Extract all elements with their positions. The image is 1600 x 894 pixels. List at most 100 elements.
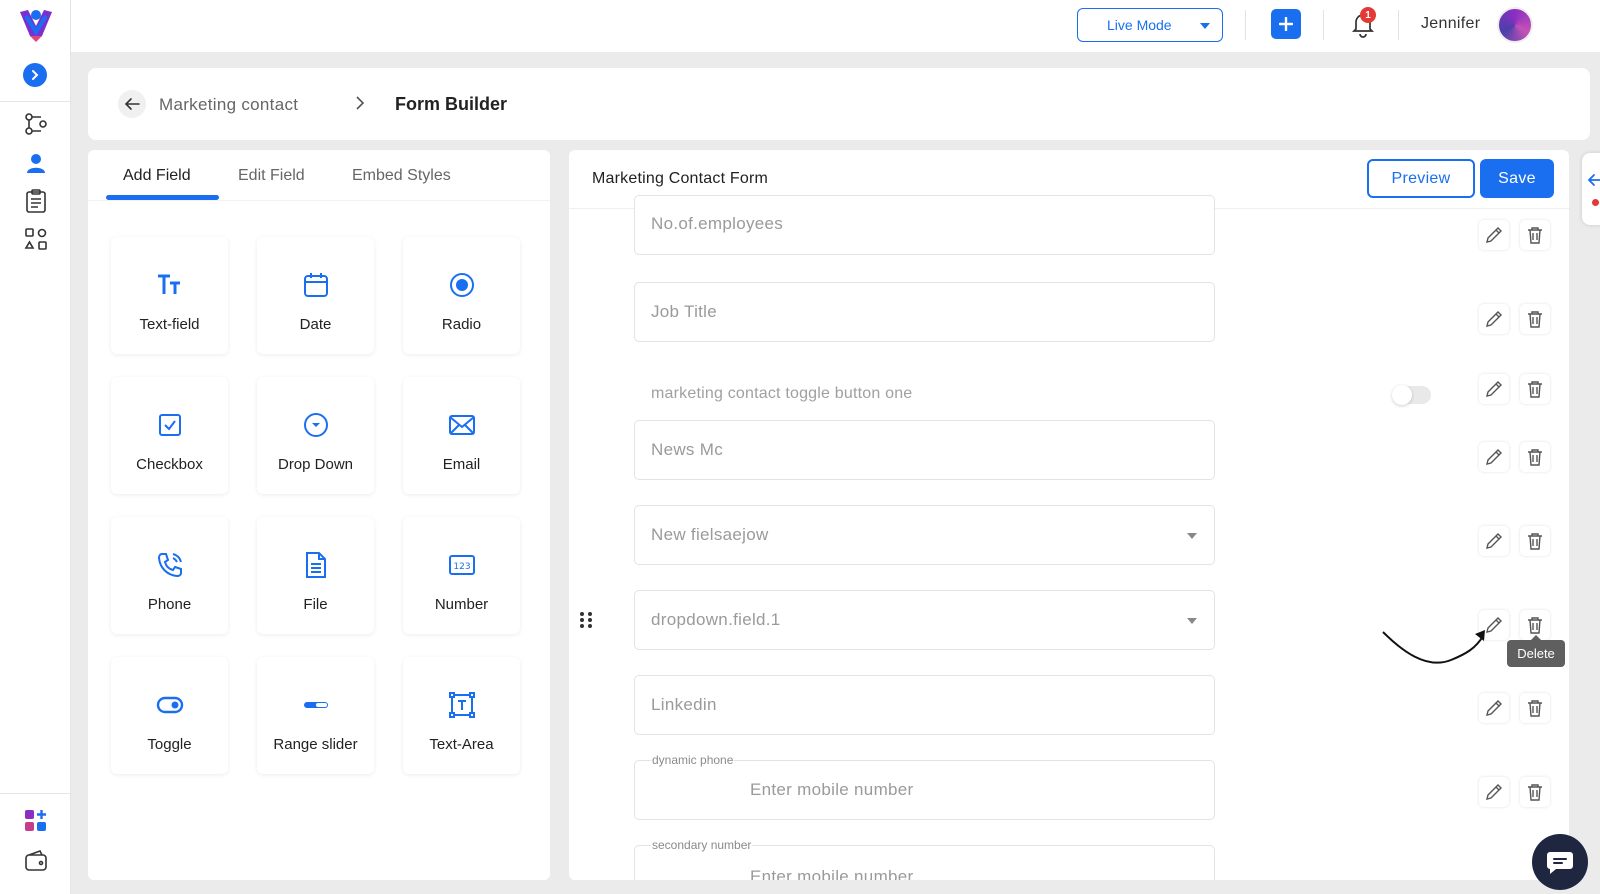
delete-icon: [1528, 700, 1542, 717]
edit-button[interactable]: [1479, 374, 1509, 404]
edit-icon: [1486, 533, 1502, 549]
field-tile-range-slider[interactable]: Range slider: [257, 657, 374, 774]
tile-label: Email: [442, 456, 481, 473]
preview-button[interactable]: Preview: [1367, 159, 1475, 198]
edit-button[interactable]: [1479, 220, 1509, 250]
tile-label: Radio: [441, 316, 482, 333]
form-title: Marketing Contact Form: [592, 170, 769, 187]
edit-icon: [1486, 227, 1502, 243]
topbar-separator: [1245, 10, 1246, 40]
field-placeholder: Enter mobile number: [750, 780, 914, 799]
tab-edit-field[interactable]: Edit Field: [221, 166, 322, 204]
field-tile-text-area[interactable]: Text-Area: [403, 657, 520, 774]
form-field-new-dropdown[interactable]: New fielsaejow: [634, 505, 1215, 565]
calendar-icon: [303, 273, 328, 297]
form-field-linkedin[interactable]: Linkedin: [634, 675, 1215, 735]
field-tile-radio[interactable]: Radio: [403, 237, 520, 354]
form-field-employees[interactable]: No.of.employees: [634, 195, 1215, 255]
sidebar: [0, 0, 71, 894]
email-icon: [448, 415, 475, 435]
wallet-icon: [25, 850, 47, 871]
edit-icon: [1486, 311, 1502, 327]
back-button[interactable]: [118, 90, 146, 118]
field-tile-email[interactable]: Email: [403, 377, 520, 494]
avatar[interactable]: [1497, 7, 1533, 43]
side-panel-toggle[interactable]: [1582, 153, 1600, 225]
field-tile-number[interactable]: 123 Number: [403, 517, 520, 634]
edit-icon: [1486, 381, 1502, 397]
tile-label: Checkbox: [136, 456, 203, 473]
sidebar-item-integrations[interactable]: [22, 225, 50, 253]
back-arrow-icon: [1587, 174, 1600, 186]
edit-icon: [1486, 449, 1502, 465]
delete-button[interactable]: [1520, 374, 1550, 404]
edit-button[interactable]: [1479, 304, 1509, 334]
edit-button[interactable]: [1479, 526, 1509, 556]
sidebar-item-apps[interactable]: [22, 806, 50, 834]
form-field-news[interactable]: News Mc: [634, 420, 1215, 480]
field-tile-toggle[interactable]: Toggle: [111, 657, 228, 774]
field-placeholder: Linkedin: [651, 695, 717, 714]
annotation-arrow: [1382, 630, 1485, 664]
delete-icon: [1528, 227, 1542, 244]
field-tile-file[interactable]: File: [257, 517, 374, 634]
expand-sidebar-button[interactable]: [23, 63, 47, 87]
logo-icon[interactable]: [16, 6, 56, 44]
sidebar-divider-bottom: [0, 793, 71, 794]
delete-button[interactable]: [1520, 442, 1550, 472]
expand-icon: [32, 70, 39, 80]
field-tile-checkbox[interactable]: Checkbox: [111, 377, 228, 494]
delete-button[interactable]: [1520, 693, 1550, 723]
phone-icon: [157, 553, 182, 578]
sidebar-item-workflow[interactable]: [22, 110, 50, 138]
field-tile-text-field[interactable]: Text-field: [111, 237, 228, 354]
field-placeholder: dropdown.field.1: [651, 610, 781, 629]
dropdown-icon: [303, 413, 328, 437]
edit-button[interactable]: [1479, 442, 1509, 472]
field-tile-phone[interactable]: Phone: [111, 517, 228, 634]
live-mode-select[interactable]: Live Mode: [1077, 8, 1223, 42]
apps-icon: [25, 810, 46, 831]
edit-button[interactable]: [1479, 777, 1509, 807]
field-placeholder: New fielsaejow: [651, 525, 769, 544]
text-area-icon: [448, 692, 475, 718]
range-slider-icon: [303, 702, 328, 708]
delete-button[interactable]: [1520, 777, 1550, 807]
form-field-job-title[interactable]: Job Title: [634, 282, 1215, 342]
delete-button[interactable]: [1520, 220, 1550, 250]
tile-label: Number: [434, 596, 489, 613]
sidebar-item-contacts[interactable]: [22, 149, 50, 177]
active-tab-indicator: [106, 195, 219, 200]
tile-label: Phone: [147, 596, 192, 613]
edit-button[interactable]: [1479, 693, 1509, 723]
tab-embed-styles[interactable]: Embed Styles: [335, 166, 468, 204]
save-button[interactable]: Save: [1480, 159, 1554, 198]
page-title: Form Builder: [395, 94, 508, 114]
breadcrumb-parent[interactable]: Marketing contact: [159, 95, 298, 115]
sidebar-item-forms[interactable]: [22, 187, 50, 215]
delete-icon: [1528, 617, 1542, 634]
chat-button[interactable]: [1532, 834, 1588, 890]
user-name[interactable]: Jennifer: [1421, 15, 1480, 33]
tile-label: Drop Down: [277, 456, 354, 473]
checkbox-icon: [158, 414, 181, 436]
sidebar-item-wallet[interactable]: [22, 847, 50, 875]
toggle-switch[interactable]: [1392, 385, 1431, 405]
delete-icon: [1528, 381, 1542, 398]
chevron-right-icon: [356, 96, 365, 110]
plus-icon: [1279, 17, 1293, 31]
add-button[interactable]: [1271, 9, 1301, 39]
field-tile-drop-down[interactable]: Drop Down: [257, 377, 374, 494]
delete-tooltip: Delete: [1507, 635, 1565, 667]
form-field-dynamic-phone[interactable]: Enter mobile number: [634, 760, 1215, 820]
field-tile-date[interactable]: Date: [257, 237, 374, 354]
tile-label: Date: [299, 316, 332, 333]
form-canvas-panel: Marketing Contact Form Preview Save No.o…: [569, 150, 1569, 880]
delete-button[interactable]: [1520, 526, 1550, 556]
drag-handle-icon[interactable]: [579, 610, 593, 630]
form-field-dropdown[interactable]: dropdown.field.1: [634, 590, 1215, 650]
tabs-divider: [88, 200, 550, 201]
number-icon: 123: [448, 555, 475, 575]
delete-button[interactable]: [1520, 304, 1550, 334]
delete-icon: [1528, 311, 1542, 328]
